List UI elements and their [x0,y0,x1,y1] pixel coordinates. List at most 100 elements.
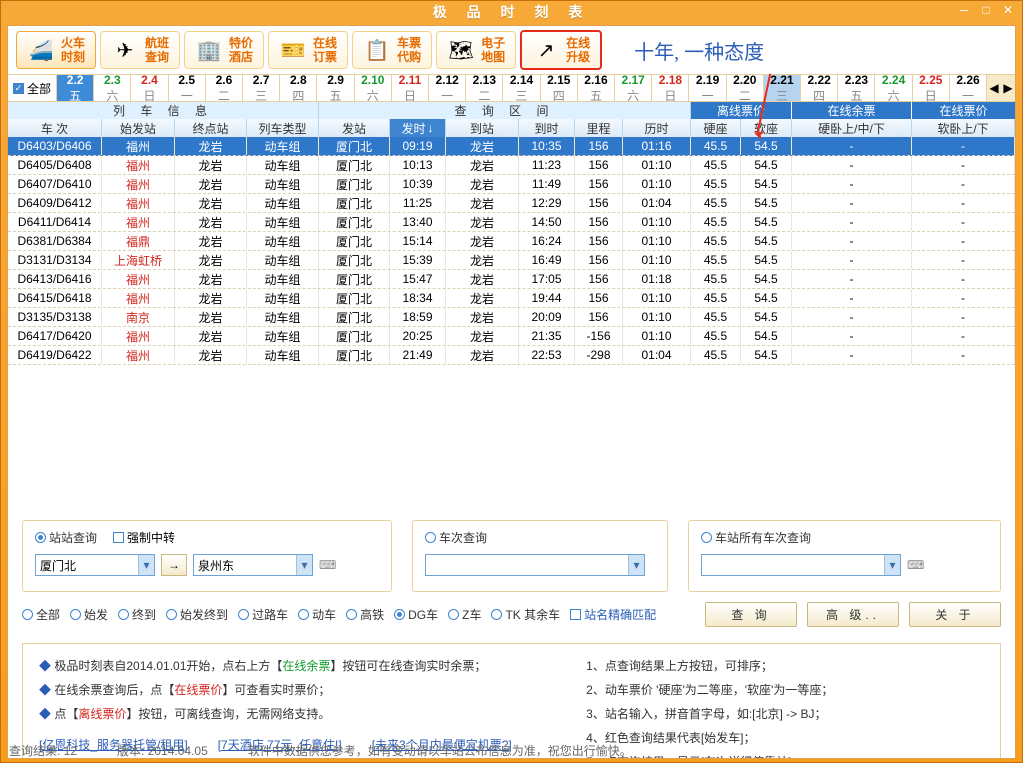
offline-price-button[interactable]: 离线票价 [691,102,792,119]
column-header[interactable]: 历时 [623,119,691,137]
date-cell[interactable]: 2.5一 [169,75,206,101]
chevron-down-icon[interactable]: ▾ [628,555,644,575]
station-query-radio[interactable]: 站站查询 [35,529,97,546]
column-header[interactable]: 硬卧上/中/下 [792,119,912,137]
column-header[interactable]: 软卧上/下 [912,119,1015,137]
chevron-down-icon[interactable]: ▾ [884,555,900,575]
filter-radio[interactable]: 高铁 [346,606,384,623]
date-cell[interactable]: 2.2五 [57,75,94,101]
column-header[interactable]: 始发站 [102,119,175,137]
column-header[interactable]: 列车类型 [247,119,319,137]
minimize-icon[interactable]: － [956,3,972,17]
to-station-select[interactable]: 泉州东▾ [193,554,313,576]
column-header[interactable]: 终点站 [175,119,247,137]
station-all-radio[interactable]: 车站所有车次查询 [701,529,811,546]
toolbar-hotel-button[interactable]: 🏢特价酒店 [184,31,264,70]
date-cell[interactable]: 2.26一 [950,75,987,101]
table-row[interactable]: D3131/D3134上海虹桥龙岩动车组厦门北15:39龙岩16:4915601… [8,251,1015,270]
date-cell[interactable]: 2.11日 [392,75,429,101]
table-row[interactable]: D6403/D6406福州龙岩动车组厦门北09:19龙岩10:3515601:1… [8,137,1015,156]
date-cell[interactable]: 2.20二 [727,75,764,101]
filter-radio[interactable]: 终到 [118,606,156,623]
date-cell[interactable]: 2.10六 [355,75,392,101]
table-row[interactable]: D6405/D6408福州龙岩动车组厦门北10:13龙岩11:2315601:1… [8,156,1015,175]
toolbar-plane-button[interactable]: ✈航班查询 [100,31,180,70]
date-cell[interactable]: 2.18日 [652,75,689,101]
date-cell[interactable]: 2.7三 [243,75,280,101]
maximize-icon[interactable]: □ [978,3,994,17]
adv-button[interactable]: 高 级.. [807,602,899,627]
about-button[interactable]: 关 于 [909,602,1001,627]
train-number-select[interactable]: ▾ [425,554,645,576]
date-cell[interactable]: 2.14三 [503,75,540,101]
section-headers: 列 车 信 息 查 询 区 间 离线票价 在线余票 在线票价 [8,102,1015,119]
filter-radio[interactable]: 全部 [22,606,60,623]
date-cell[interactable]: 2.17六 [615,75,652,101]
chevron-down-icon[interactable]: ▾ [296,555,312,575]
keyboard-icon[interactable]: ⌨ [319,558,336,572]
station-all-select[interactable]: ▾ [701,554,901,576]
ticket-icon: 🎫 [279,36,307,64]
tip-item: 1、点查询结果上方按钮，可排序； [586,654,984,678]
column-header[interactable]: 到时 [519,119,575,137]
column-header[interactable]: 里程 [575,119,623,137]
title-bar: 极 品 时 刻 表 － □ ✕ [1,1,1022,23]
date-cell[interactable]: 2.25日 [913,75,950,101]
date-prev-icon[interactable]: ◀ [987,75,1001,101]
date-cell[interactable]: 2.3六 [94,75,131,101]
filter-radio[interactable]: 始发 [70,606,108,623]
date-cell[interactable]: 2.12一 [429,75,466,101]
swap-stations-button[interactable]: → [161,554,187,576]
table-row[interactable]: D6411/D6414福州龙岩动车组厦门北13:40龙岩14:5015601:1… [8,213,1015,232]
filter-radio[interactable]: Z车 [448,606,481,623]
train-number-radio[interactable]: 车次查询 [425,529,487,546]
table-row[interactable]: D6419/D6422福州龙岩动车组厦门北21:49龙岩22:53-29801:… [8,346,1015,365]
toolbar-ticket-button[interactable]: 🎫在线订票 [268,31,348,70]
date-cell[interactable]: 2.23五 [838,75,875,101]
date-cell[interactable]: 2.24六 [875,75,912,101]
date-cell[interactable]: 2.4日 [131,75,168,101]
date-cell[interactable]: 2.6二 [206,75,243,101]
table-row[interactable]: D6415/D6418福州龙岩动车组厦门北18:34龙岩19:4415601:1… [8,289,1015,308]
column-header[interactable]: 硬座 [691,119,741,137]
filter-radio[interactable]: TK 其余车 [491,606,560,623]
filter-radio[interactable]: DG车 [394,606,438,623]
force-transfer-checkbox[interactable]: 强制中转 [113,529,175,546]
column-header[interactable]: 发站 [319,119,390,137]
date-cell[interactable]: 2.22四 [801,75,838,101]
table-row[interactable]: D6407/D6410福州龙岩动车组厦门北10:39龙岩11:4915601:1… [8,175,1015,194]
column-header[interactable]: 车 次 [8,119,102,137]
toolbar-train-button[interactable]: 🚄火车时刻 [16,31,96,70]
date-cell[interactable]: 2.13二 [466,75,503,101]
column-header[interactable]: 到站 [446,119,519,137]
exact-match-checkbox[interactable]: 站名精确匹配 [570,606,656,623]
keyboard-icon[interactable]: ⌨ [907,558,924,572]
chevron-down-icon[interactable]: ▾ [138,555,154,575]
table-row[interactable]: D6413/D6416福州龙岩动车组厦门北15:47龙岩17:0515601:1… [8,270,1015,289]
query-button[interactable]: 查 询 [705,602,797,627]
date-next-icon[interactable]: ▶ [1001,75,1015,101]
plane-icon: ✈ [111,36,139,64]
filter-radio[interactable]: 始发终到 [166,606,228,623]
toolbar-upgrade-button[interactable]: ↗在线升级 [520,30,602,71]
table-row[interactable]: D6417/D6420福州龙岩动车组厦门北20:25龙岩21:35-15601:… [8,327,1015,346]
filter-radio[interactable]: 动车 [298,606,336,623]
online-remain-button[interactable]: 在线余票 [792,102,912,119]
online-price-button[interactable]: 在线票价 [912,102,1015,119]
table-row[interactable]: D6409/D6412福州龙岩动车组厦门北11:25龙岩12:2915601:0… [8,194,1015,213]
date-cell[interactable]: 2.16五 [578,75,615,101]
toolbar-map-button[interactable]: 🗺电子地图 [436,31,516,70]
column-header[interactable]: 发时 [390,119,446,137]
date-cell[interactable]: 2.15四 [541,75,578,101]
filter-radio[interactable]: 过路车 [238,606,288,623]
from-station-select[interactable]: 厦门北▾ [35,554,155,576]
table-row[interactable]: D6381/D6384福鼎龙岩动车组厦门北15:14龙岩16:2415601:1… [8,232,1015,251]
date-all-checkbox[interactable]: ✓ 全部 [8,75,57,101]
close-icon[interactable]: ✕ [1000,3,1016,17]
table-row[interactable]: D3135/D3138南京龙岩动车组厦门北18:59龙岩20:0915601:1… [8,308,1015,327]
toolbar-agent-button[interactable]: 📋车票代购 [352,31,432,70]
date-cell[interactable]: 2.19一 [689,75,726,101]
date-cell[interactable]: 2.8四 [280,75,317,101]
date-cell[interactable]: 2.9五 [317,75,354,101]
tagline: 十年, 一种态度 [634,36,764,65]
